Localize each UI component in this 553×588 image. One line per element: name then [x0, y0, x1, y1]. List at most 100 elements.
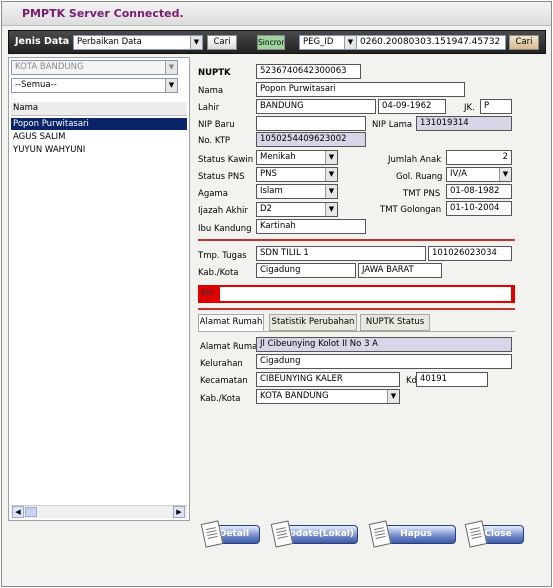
ket-input[interactable] — [220, 287, 511, 301]
hapus-button[interactable]: Hapus — [368, 520, 456, 548]
ibu-kandung-input[interactable]: Kartinah — [256, 219, 366, 234]
title-bar: PMPTK Server Connected. — [2, 2, 551, 26]
jumlah-anak-input[interactable]: 2 — [446, 150, 512, 165]
chevron-down-icon[interactable]: ▼ — [499, 168, 511, 181]
nama-label: Nama — [198, 86, 224, 96]
peg-select-value: PEG_ID — [303, 37, 334, 47]
arrow-right-icon[interactable]: ▶ — [173, 506, 185, 518]
gol-ruang-label: Gol. Ruang — [396, 172, 443, 182]
arrow-left-icon[interactable]: ◀ — [12, 506, 24, 518]
tmt-golongan-input[interactable]: 01-10-2004 — [446, 201, 512, 216]
provinsi-input[interactable]: JAWA BARAT — [358, 263, 442, 278]
agama-value: Islam — [260, 186, 283, 196]
status-pns-value: PNS — [260, 169, 277, 179]
ijazah-label: Ijazah Akhir — [198, 206, 248, 216]
kelurahan-input[interactable]: Cigadung — [256, 354, 512, 369]
alamat-rumah-input[interactable]: Jl Cibeunying Kolot II No 3 A — [256, 337, 512, 352]
kabkota-tugas-label: Kab./Kota — [198, 268, 239, 278]
chevron-down-icon[interactable]: ▼ — [165, 61, 177, 74]
ijazah-value: D2 — [260, 204, 272, 214]
kecamatan-input[interactable]: CIBEUNYING KALER — [256, 372, 400, 387]
kodepos-input[interactable]: 40191 — [416, 372, 488, 387]
chevron-down-icon[interactable]: ▼ — [325, 203, 337, 216]
tab-alamat-rumah[interactable]: Alamat Rumah — [198, 314, 264, 331]
peg-id-input[interactable]: 0260.20080303.151947.45732 — [356, 35, 506, 50]
toolbar: Jenis Data Perbaikan Data ▼ Cari Sincron… — [8, 30, 546, 54]
tab-nuptk-status[interactable]: NUPTK Status — [360, 314, 430, 331]
list-item[interactable]: Popon Purwitasari — [11, 118, 187, 130]
list-item[interactable]: YUYUN WAHYUNI — [11, 144, 187, 156]
document-icon — [270, 520, 294, 548]
lahir-label: Lahir — [198, 103, 220, 113]
tmp-tugas-input[interactable]: SDN TILIL 1 — [256, 246, 426, 261]
chevron-down-icon[interactable]: ▼ — [325, 168, 337, 181]
nama-input[interactable]: Popon Purwitasari — [256, 82, 465, 97]
tab-statistik-perubahan[interactable]: Statistik Perubahan — [269, 314, 357, 331]
detail-button[interactable]: Detail — [200, 520, 260, 548]
update-label: Update(Lokal) — [282, 529, 354, 539]
sincron-button[interactable]: Sincron — [257, 35, 285, 50]
agama-select[interactable]: Islam ▼ — [256, 184, 338, 199]
jenis-data-label: Jenis Data — [15, 36, 70, 47]
list-item[interactable]: AGUS SALIM — [11, 131, 187, 143]
document-icon — [368, 520, 392, 548]
jk-input[interactable]: P — [480, 99, 512, 114]
update-lokal-button[interactable]: Update(Lokal) — [270, 520, 358, 548]
ktp-input[interactable]: 1050254409623002 — [256, 132, 366, 147]
tmt-pns-input[interactable]: 01-08-1982 — [446, 184, 512, 199]
divider — [198, 239, 515, 241]
status-kawin-select[interactable]: Menikah ▼ — [256, 150, 338, 165]
nip-lama-input[interactable]: 131019314 — [416, 116, 512, 131]
main-window: PMPTK Server Connected. Jenis Data Perba… — [1, 1, 552, 587]
document-icon — [200, 520, 224, 548]
window-title: PMPTK Server Connected. — [22, 7, 184, 20]
nuptk-input[interactable]: 5236740642300063 — [256, 64, 361, 79]
chevron-down-icon[interactable]: ▼ — [190, 36, 202, 49]
status-pns-select[interactable]: PNS ▼ — [256, 167, 338, 182]
tab-divider — [198, 331, 515, 332]
cari-button-1[interactable]: Cari — [207, 35, 237, 50]
status-kawin-value: Menikah — [260, 152, 296, 162]
kab-kota-select[interactable]: KOTA BANDUNG ▼ — [256, 389, 400, 404]
scroll-thumb[interactable] — [25, 507, 37, 517]
jk-label: JK. — [464, 103, 475, 113]
status-kawin-label: Status Kawin — [198, 155, 254, 165]
filter-select[interactable]: --Semua-- ▼ — [11, 78, 178, 93]
kelurahan-label: Kelurahan — [200, 359, 243, 369]
tmp-tugas-kode-input[interactable]: 101026023034 — [428, 246, 512, 261]
ktp-label: No. KTP — [198, 136, 231, 146]
gol-ruang-select[interactable]: IV/A ▼ — [446, 167, 512, 182]
tanggal-lahir-input[interactable]: 04-09-1962 — [378, 99, 446, 114]
chevron-down-icon[interactable]: ▼ — [344, 36, 356, 49]
chevron-down-icon[interactable]: ▼ — [325, 151, 337, 164]
nip-baru-input[interactable] — [256, 116, 366, 131]
ibu-kandung-label: Ibu Kandung — [198, 224, 252, 234]
document-icon — [464, 520, 488, 548]
chevron-down-icon[interactable]: ▼ — [165, 79, 177, 92]
list-header[interactable]: Nama — [11, 102, 187, 116]
tempat-lahir-input[interactable]: BANDUNG — [256, 99, 376, 114]
tmt-pns-label: TMT PNS — [403, 189, 441, 199]
jenis-data-value: Perbaikan Data — [77, 37, 142, 47]
alamat-rumah-label: Alamat Rumah — [200, 342, 263, 352]
jumlah-anak-label: Jumlah Anak — [388, 155, 442, 165]
kota-value: KOTA BANDUNG — [15, 62, 84, 72]
hapus-label: Hapus — [400, 529, 432, 539]
tmt-golongan-label: TMT Golongan — [380, 205, 442, 215]
kabkota-tugas-input[interactable]: Cigadung — [256, 263, 356, 278]
nip-lama-label: NIP Lama — [372, 120, 413, 130]
kota-select[interactable]: KOTA BANDUNG ▼ — [11, 60, 178, 75]
chevron-down-icon[interactable]: ▼ — [325, 185, 337, 198]
status-pns-label: Status PNS — [198, 172, 245, 182]
horizontal-scrollbar[interactable]: ◀ ▶ — [11, 505, 187, 518]
chevron-down-icon[interactable]: ▼ — [387, 390, 399, 403]
left-panel: KOTA BANDUNG ▼ --Semua-- ▼ Nama Popon Pu… — [8, 57, 190, 521]
filter-value: --Semua-- — [15, 80, 57, 90]
jenis-data-select[interactable]: Perbaikan Data ▼ — [73, 35, 203, 50]
ijazah-select[interactable]: D2 ▼ — [256, 202, 338, 217]
ket-box: Ket — [198, 285, 515, 303]
peg-field-select[interactable]: PEG_ID ▼ — [299, 35, 357, 50]
close-button[interactable]: Close — [464, 520, 524, 548]
cari-button-2[interactable]: Cari — [509, 35, 539, 50]
divider — [198, 308, 515, 310]
